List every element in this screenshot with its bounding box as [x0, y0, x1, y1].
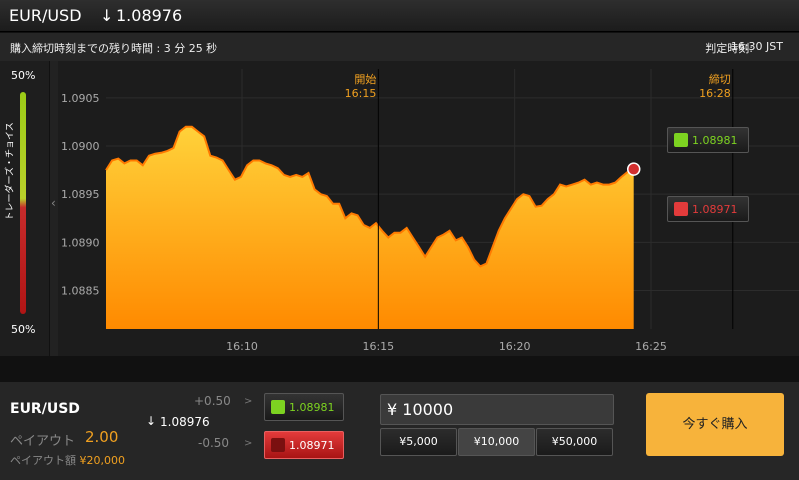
high-buy-price: 1.08981 — [289, 401, 335, 414]
down-offset: -0.50 — [198, 436, 230, 450]
sentiment-panel: 50% トレーダーズ・チョイス 50% — [0, 61, 50, 356]
current-point-marker — [626, 162, 641, 176]
up-arrow-icon — [271, 400, 285, 414]
info-bar: 購入締切時刻までの残り時間 : 3 分 25 秒 判定時刻: 16:30 JST — [0, 33, 799, 61]
down-arrow-icon — [674, 202, 688, 216]
down-arrow-icon: ↓ — [100, 6, 114, 25]
chevron-right-icon: > — [244, 438, 253, 449]
chart-area: 50% トレーダーズ・チョイス 50% ‹ 1.0905 1.0900 1.0895… — [0, 61, 799, 356]
low-price-value: 1.08971 — [692, 203, 738, 216]
payout-amount-value: ¥20,000 — [79, 454, 126, 467]
judge-time: 16:30 JST — [730, 40, 783, 53]
marker-label: 締切 — [709, 72, 731, 86]
remaining-time: 購入締切時刻までの残り時間 : 3 分 25 秒 — [10, 42, 218, 55]
high-buy-button[interactable]: 1.08981 — [264, 393, 344, 421]
collapse-chevron-icon[interactable]: ‹ — [51, 196, 56, 210]
preset-50000-button[interactable]: ¥50,000 — [536, 428, 613, 456]
sentiment-bar — [20, 92, 26, 314]
sentiment-bottom-pct: 50% — [11, 323, 36, 336]
high-price-value: 1.08981 — [692, 134, 738, 147]
marker-time: 16:15 — [345, 87, 377, 100]
trade-pair: EUR/USD — [10, 401, 80, 417]
x-tick-label: 16:15 — [362, 340, 394, 353]
x-tick-label: 16:10 — [226, 340, 258, 353]
chevron-right-icon: > — [244, 396, 253, 407]
x-tick-label: 16:20 — [499, 340, 531, 353]
marker-time: 16:28 — [699, 87, 731, 100]
sentiment-top-pct: 50% — [11, 69, 36, 82]
y-tick-label: 1.0885 — [61, 284, 100, 297]
trade-panel: EUR/USD ペイアウト 2.00 ペイアウト額 ¥20,000 ↓ 1.08… — [0, 382, 799, 480]
pair-title: EUR/USD — [9, 6, 82, 25]
y-tick-label: 1.0890 — [61, 236, 100, 249]
top-bar: EUR/USD ↓ 1.08976 — [0, 0, 799, 32]
payout-amount-label: ペイアウト額 — [10, 454, 76, 467]
y-tick-label: 1.0895 — [61, 188, 100, 201]
preset-10000-button[interactable]: ¥10,000 — [458, 428, 535, 456]
y-tick-label: 1.0900 — [61, 140, 100, 153]
trade-current-price: 1.08976 — [160, 415, 210, 429]
high-price-tag: 1.08981 — [667, 127, 749, 153]
low-buy-price: 1.08971 — [289, 439, 335, 452]
amount-input[interactable]: ¥ 10000 — [380, 394, 614, 425]
marker-label: 開始 — [354, 72, 376, 86]
payout-amount: ペイアウト額 ¥20,000 — [10, 452, 125, 468]
sentiment-label: トレーダーズ・チョイス — [5, 122, 16, 221]
up-offset: +0.50 — [194, 394, 231, 408]
up-arrow-icon — [674, 133, 688, 147]
low-price-tag: 1.08971 — [667, 196, 749, 222]
low-buy-button[interactable]: 1.08971 — [264, 431, 344, 459]
buy-now-button[interactable]: 今すぐ購入 — [646, 393, 784, 456]
x-tick-label: 16:25 — [635, 340, 667, 353]
payout-label: ペイアウト — [10, 434, 76, 449]
payout-value: 2.00 — [85, 428, 119, 446]
current-price: 1.08976 — [116, 6, 183, 25]
down-arrow-icon: ↓ — [146, 414, 157, 428]
y-tick-label: 1.0905 — [61, 92, 100, 105]
price-chart: 1.0905 1.0900 1.0895 1.0890 1.0885 16:10 16:15… — [58, 61, 799, 356]
down-arrow-icon — [271, 438, 285, 452]
preset-5000-button[interactable]: ¥5,000 — [380, 428, 457, 456]
